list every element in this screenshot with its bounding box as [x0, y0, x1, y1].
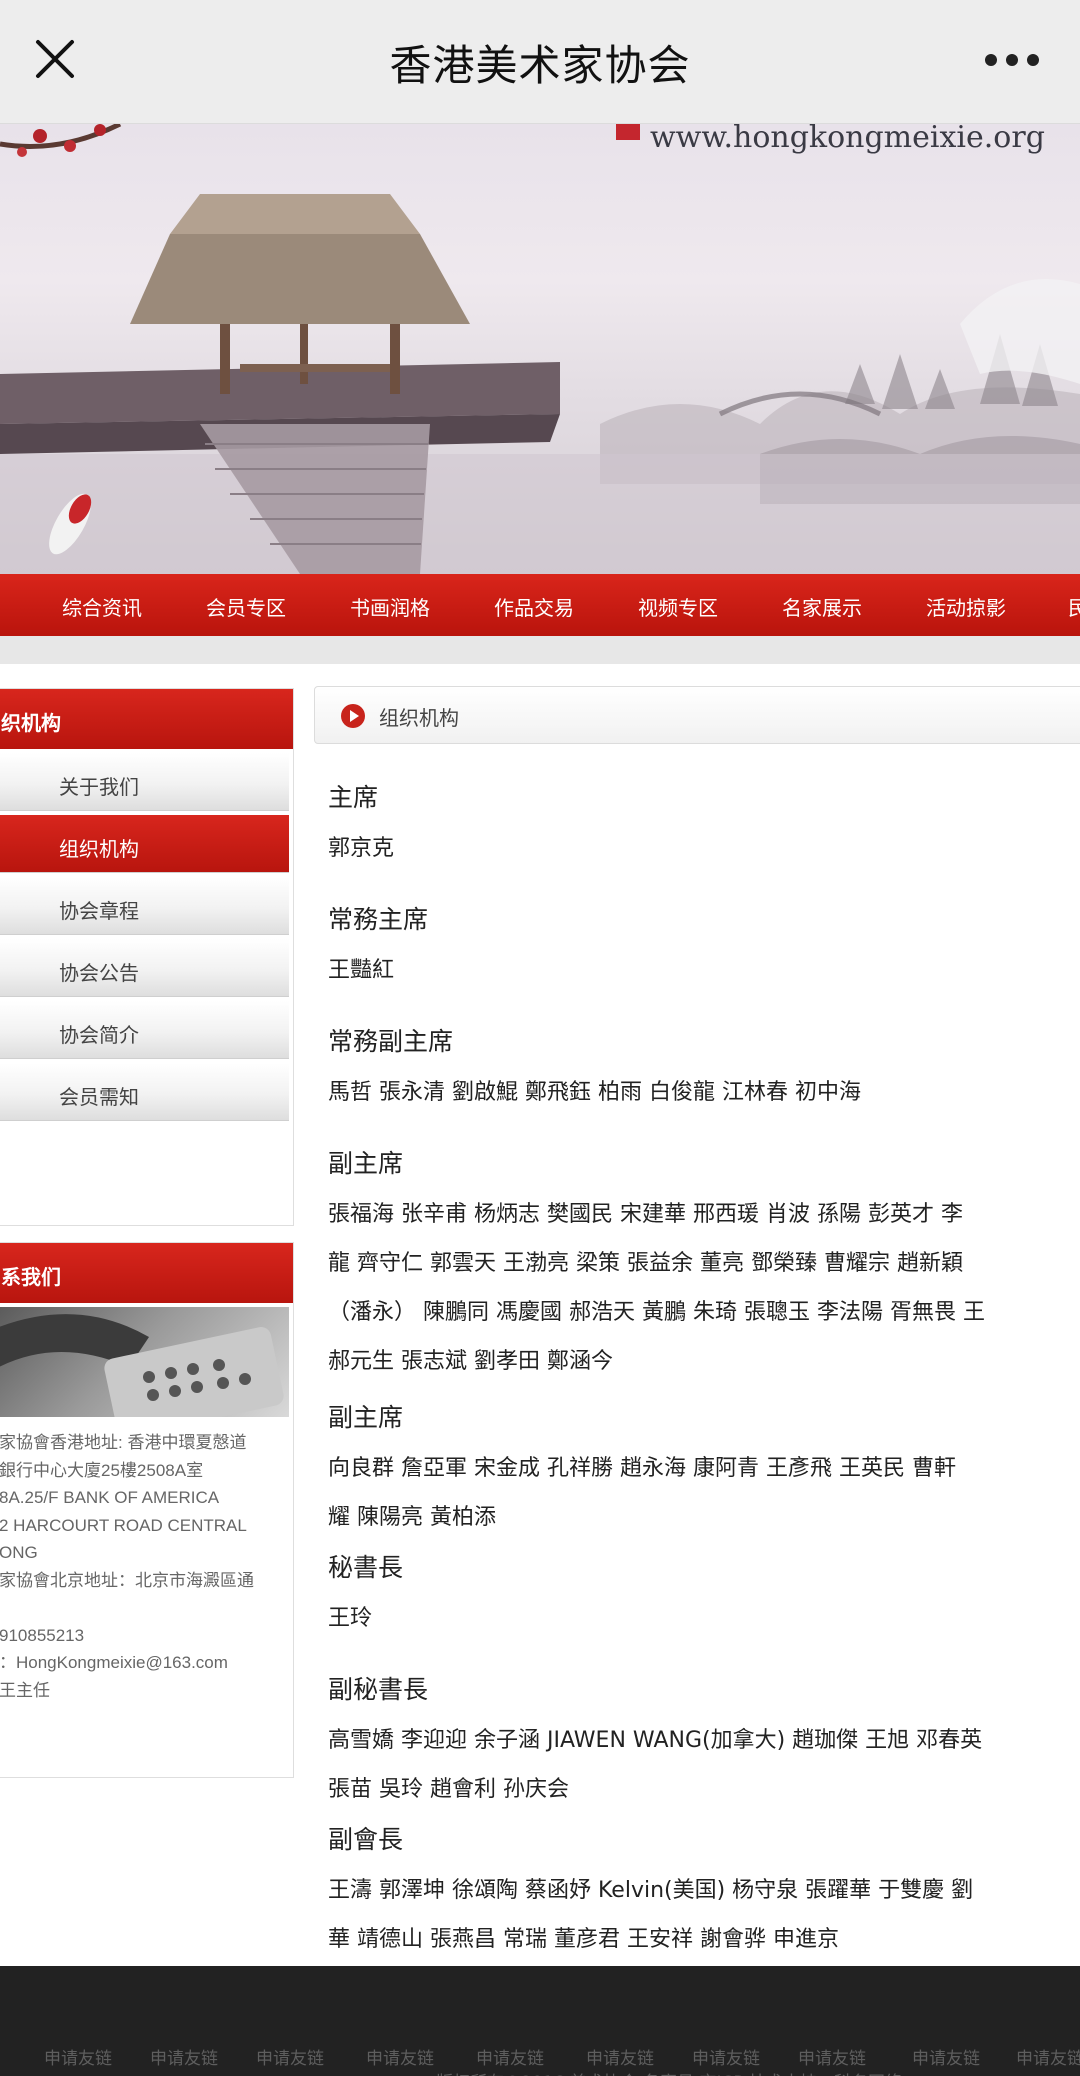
member-names-line: 耀 陳陽亮 黃柏添 — [328, 1505, 496, 1530]
sidebar-contact-panel: 系我们 家協會香港地址: 香港中環夏慤道 銀行中心大廈25樓2508A室 8A.25… — [0, 1242, 294, 1778]
contact-line — [0, 1594, 293, 1622]
contact-line: 家協會香港地址: 香港中環夏慤道 — [0, 1433, 247, 1452]
contact-line: 家協會北京地址：北京市海澱區通 — [0, 1570, 254, 1590]
footer-link[interactable]: 申请友链 — [366, 2044, 434, 2069]
breadcrumb-label: 组织机构 — [379, 706, 459, 730]
footer-link[interactable]: 申请友链 — [798, 2044, 866, 2069]
sidebar-contact-header: 系我们 — [0, 1243, 293, 1303]
member-names-line: 華 靖德山 張燕昌 常瑞 董彦君 王安祥 謝會骅 申進京 — [328, 1927, 839, 1952]
section-title: 副會長 — [328, 1825, 404, 1854]
footer-link[interactable]: 申请友链 — [692, 2044, 760, 2069]
nav-item-news[interactable]: 综合资讯 — [62, 592, 142, 621]
member-names-line: 王玲 — [328, 1606, 373, 1631]
nav-item-more[interactable]: 民 — [1068, 592, 1080, 621]
footer-link[interactable]: 申请友链 — [912, 2044, 980, 2069]
footer-link[interactable]: 申请友链 — [1016, 2044, 1080, 2069]
member-names-line: 郭京克 — [328, 836, 395, 861]
member-names-line: 向良群 詹亞軍 宋金成 孔祥勝 趙永海 康阿青 王彥飛 王英民 曹軒 — [328, 1456, 956, 1481]
nav-item-artists[interactable]: 名家展示 — [782, 592, 862, 621]
hero-banner: www.hongkongmeixie.org — [0, 124, 1080, 574]
footer-link[interactable]: 申请友链 — [44, 2044, 112, 2069]
section-title: 主席 — [328, 783, 379, 812]
banner-url: www.hongkongmeixie.org — [650, 124, 1045, 155]
section-title: 副主席 — [328, 1149, 404, 1178]
nav-item-video[interactable]: 视频专区 — [638, 592, 718, 621]
nav-item-members[interactable]: 会员专区 — [206, 592, 286, 621]
banner-illustration — [0, 124, 1080, 574]
contact-info: 家協會香港地址: 香港中環夏慤道 銀行中心大廈25樓2508A室 8A.25/F B… — [0, 1417, 293, 1704]
member-names-line: 王豔紅 — [328, 958, 395, 983]
section-title: 常務主席 — [328, 905, 429, 934]
nav-item-trade[interactable]: 作品交易 — [494, 592, 574, 621]
member-names-line: 高雪嬌 李迎迎 余子涵 JIAWEN WANG(加拿大) 趙珈傑 王旭 邓春英 — [328, 1728, 983, 1753]
contact-line: ：HongKongmeixie@163.com — [0, 1653, 228, 1672]
nav-item-pricing[interactable]: 书画润格 — [350, 592, 430, 621]
contact-line: 910855213 — [0, 1625, 85, 1645]
footer-link[interactable]: 申请友链 — [150, 2044, 218, 2069]
footer-link[interactable]: 申请友链 — [586, 2044, 654, 2069]
footer-link[interactable]: 申请友链 — [476, 2044, 544, 2069]
member-names-line: 張福海 张辛甫 杨炳志 樊國民 宋建華 邢西瑗 肖波 孫陽 彭英才 李 — [328, 1202, 963, 1227]
breadcrumb: 组织机构 — [314, 686, 1080, 744]
member-names-line: 張苗 吳玲 趙會利 孙庆会 — [328, 1777, 569, 1802]
nav-item-events[interactable]: 活动掠影 — [926, 592, 1006, 621]
footer-link[interactable]: 申请友链 — [256, 2044, 324, 2069]
more-icon[interactable] — [982, 48, 1042, 72]
footer-copyright: 版权所有©2016 美术协会 备案号 京ICP 技术支持：科名网络 — [436, 2068, 902, 2076]
member-names-line: 龍 齊守仁 郭雲天 王渤亮 梁策 張益余 董亮 鄧榮臻 曹耀宗 趙新穎 — [328, 1251, 963, 1276]
sidebar-item-organization[interactable]: 组织机构 — [0, 815, 289, 873]
contact-line: 銀行中心大廈25樓2508A室 — [0, 1460, 204, 1480]
section-divider — [0, 636, 1080, 664]
sidebar-item-announcements[interactable]: 协会公告 — [0, 939, 289, 997]
sidebar-item-intro[interactable]: 协会简介 — [0, 1001, 289, 1059]
page-title: 香港美术家协会 — [389, 41, 691, 90]
contact-line: 2 HARCOURT ROAD CENTRAL — [0, 1515, 247, 1535]
sidebar-org-header: 织机构 — [0, 689, 293, 749]
contact-line: ONG — [0, 1543, 38, 1562]
member-names-line: 馬哲 張永清 劉啟鯤 鄭飛鈺 柏雨 白俊龍 江林春 初中海 — [328, 1080, 861, 1105]
member-names-line: 郝元生 張志斌 劉孝田 鄭涵今 — [328, 1349, 613, 1374]
sidebar-item-about[interactable]: 关于我们 — [0, 753, 289, 811]
contact-line: 8A.25/F BANK OF AMERICA — [0, 1488, 220, 1507]
contact-line: 王主任 — [0, 1680, 50, 1700]
member-names-line: 王濤 郭澤坤 徐頌陶 蔡函妤 Kelvin(美国) 杨守泉 張躍華 于雙慶 劉 — [328, 1878, 974, 1903]
sidebar-item-member-notice[interactable]: 会员需知 — [0, 1063, 289, 1121]
section-title: 秘書長 — [328, 1553, 404, 1582]
member-names-line: （潘永） 陳鵬同 馮慶國 郝浩天 黃鵬 朱琦 張聰玉 李法陽 胥無畏 王 — [328, 1300, 985, 1325]
sidebar-org-panel: 织机构 关于我们 组织机构 协会章程 协会公告 协会简介 会员需知 — [0, 688, 294, 1226]
section-title: 副主席 — [328, 1403, 404, 1432]
section-title: 副秘書長 — [328, 1675, 429, 1704]
play-circle-icon — [341, 704, 365, 728]
telephone-image — [0, 1307, 289, 1417]
stamp-icon — [616, 124, 640, 140]
footer: 申请友链 申请友链 申请友链 申请友链 申请友链 申请友链 申请友链 申请友链 … — [0, 1966, 1080, 2076]
sidebar-item-charter[interactable]: 协会章程 — [0, 877, 289, 935]
main-nav: 综合资讯 会员专区 书画润格 作品交易 视频专区 名家展示 活动掠影 民 — [0, 574, 1080, 636]
section-title: 常務副主席 — [328, 1027, 454, 1056]
top-bar: 香港美术家协会 — [0, 0, 1080, 124]
